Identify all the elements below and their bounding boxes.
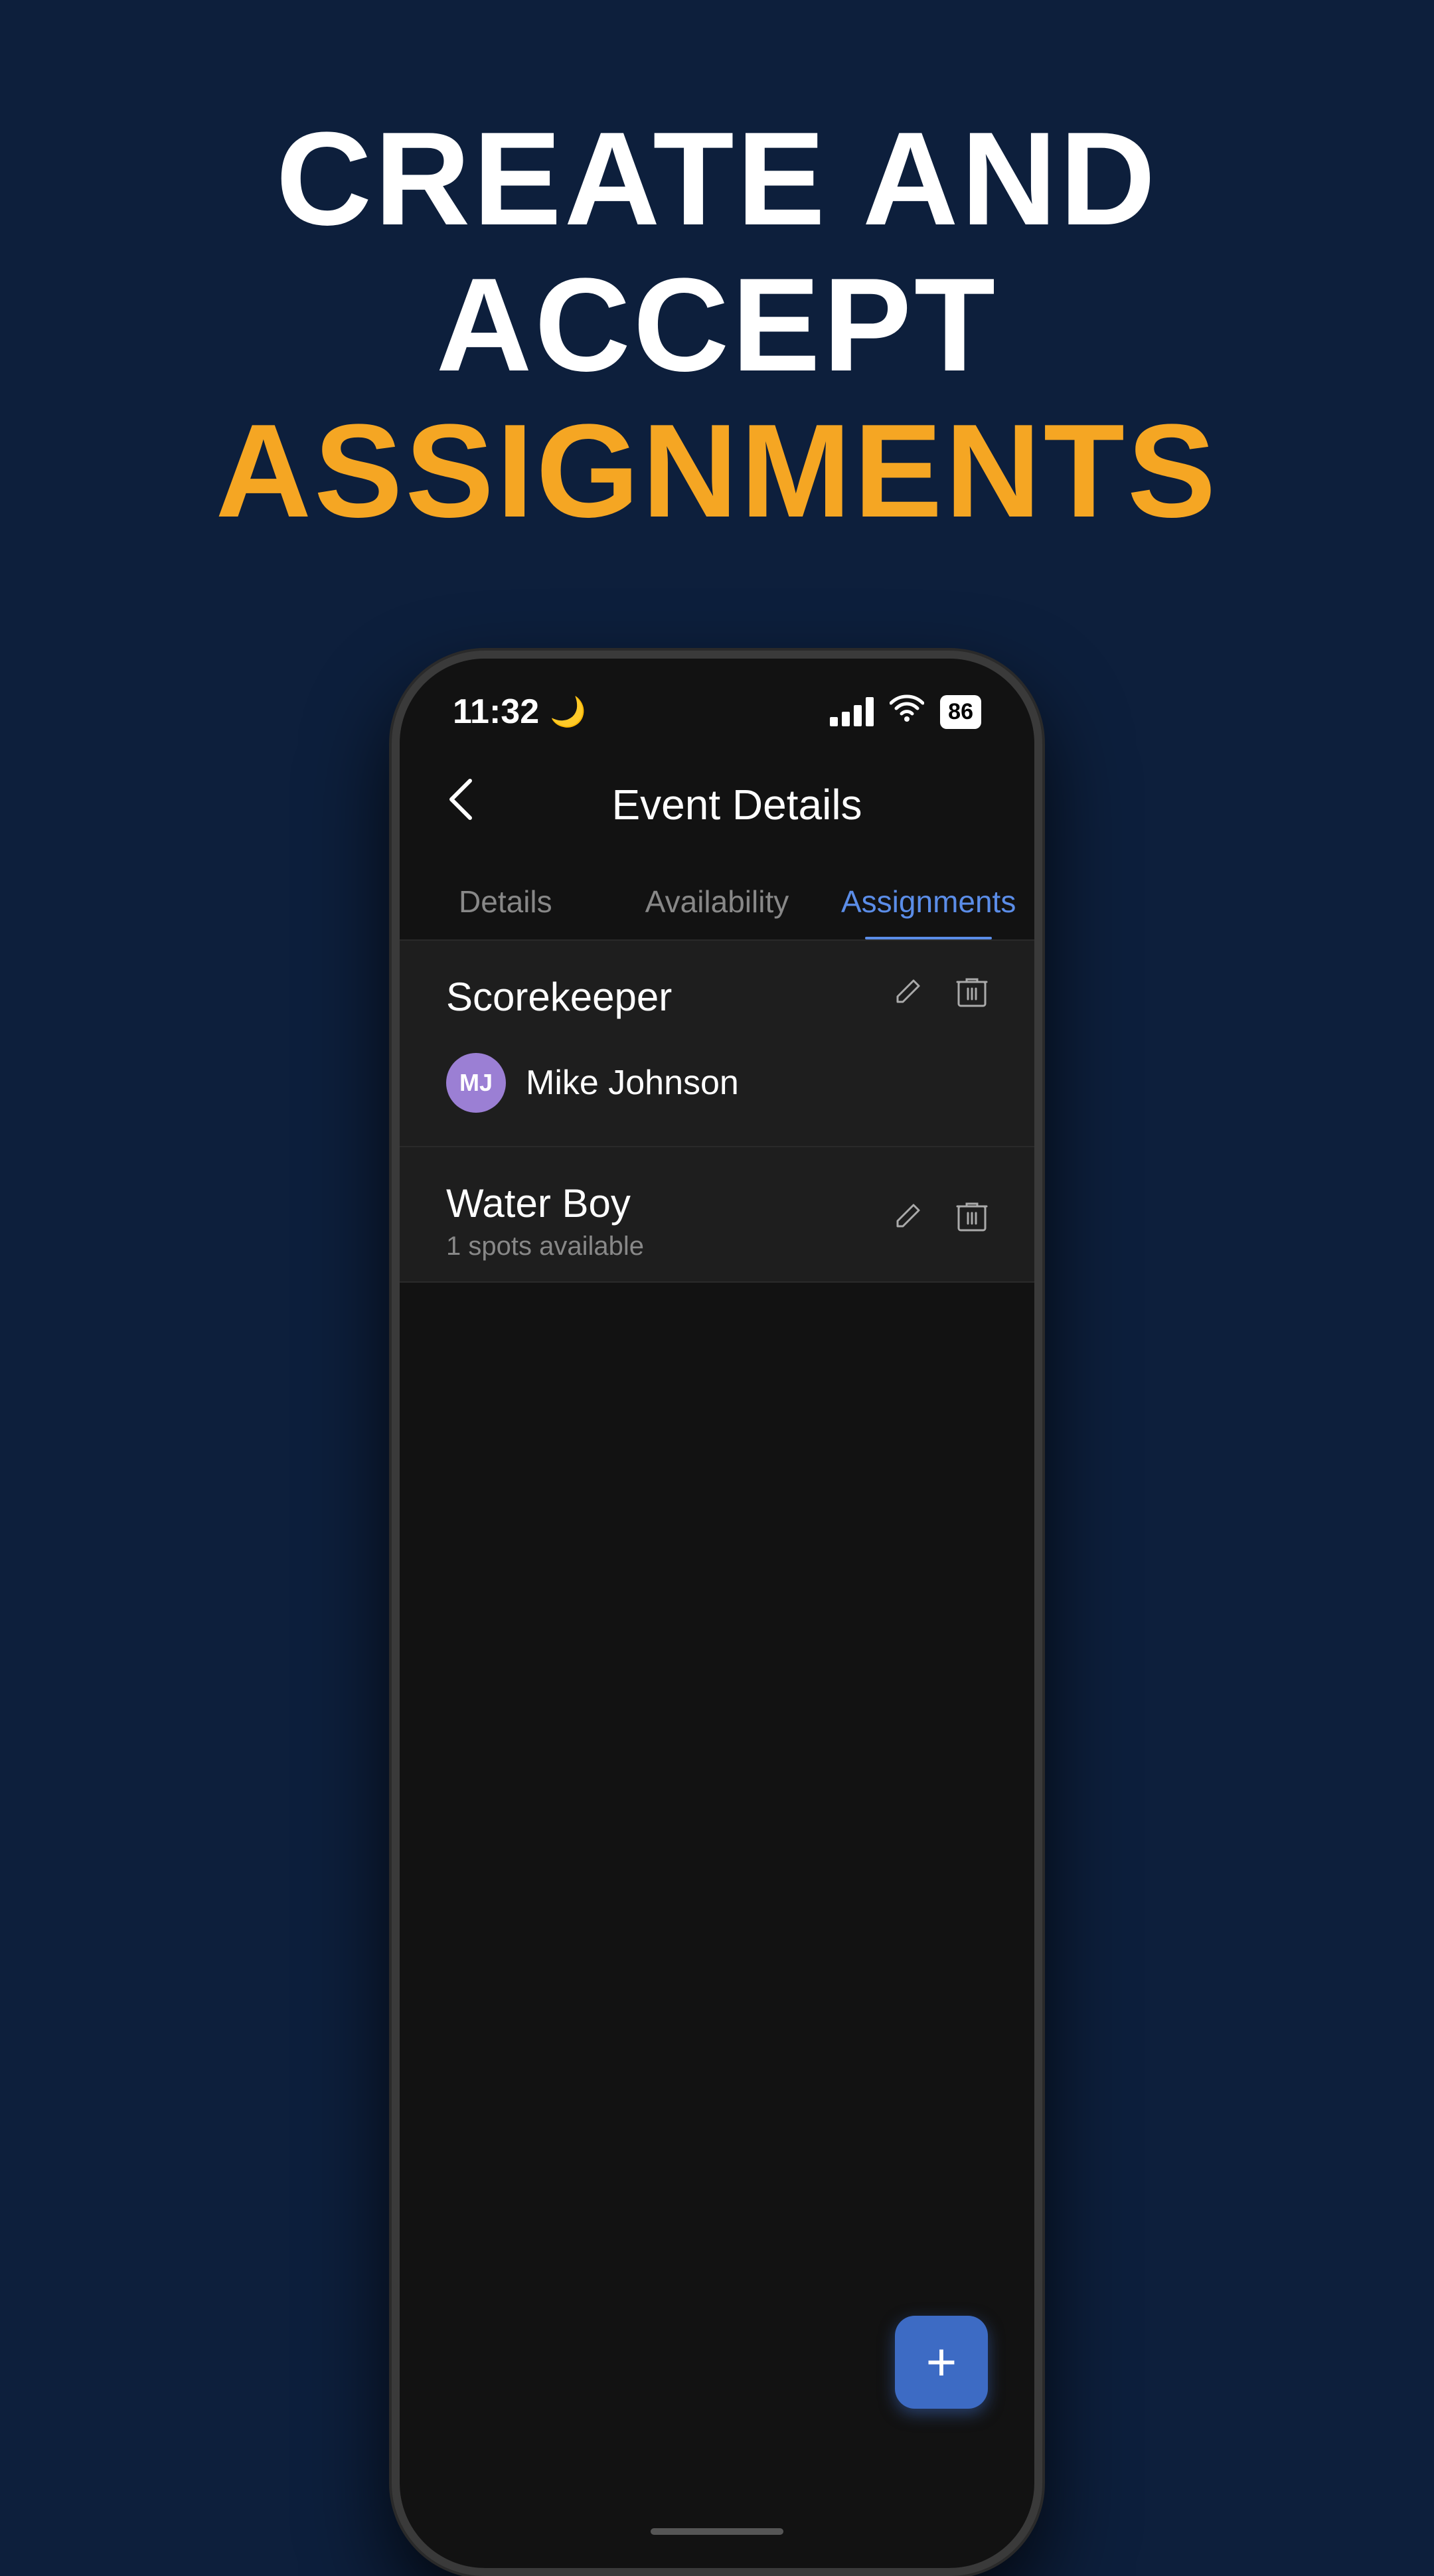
moon-icon: 🌙 [550, 694, 586, 729]
battery-level: 86 [948, 699, 973, 725]
avatar-initials: MJ [459, 1069, 493, 1097]
back-button[interactable] [439, 771, 479, 837]
vol-up-button [392, 924, 397, 1017]
app-header: Event Details [400, 745, 1034, 864]
assignment-actions-scorekeeper [891, 975, 988, 1018]
home-indicator [651, 2528, 783, 2535]
member-name-mike-johnson: Mike Johnson [526, 1063, 739, 1103]
wifi-icon [890, 694, 924, 730]
delete-waterboy-button[interactable] [956, 1200, 988, 1243]
spots-available-waterboy: 1 spots available [446, 1226, 644, 1261]
battery-indicator: 86 [940, 695, 981, 729]
avatar-mike-johnson: MJ [446, 1053, 506, 1113]
assignment-header-scorekeeper: Scorekeeper [400, 941, 1034, 1040]
hero-line2: ASSIGNMENTS [0, 398, 1434, 544]
phone-body: 11:32 🌙 [392, 651, 1042, 2576]
time-display: 11:32 [453, 692, 539, 732]
assignment-scorekeeper: Scorekeeper [400, 941, 1034, 1147]
tab-details[interactable]: Details [400, 864, 611, 939]
status-bar: 11:32 🌙 [400, 659, 1034, 745]
screen-title: Event Details [479, 780, 995, 829]
assignment-title-scorekeeper: Scorekeeper [446, 974, 672, 1020]
add-assignment-fab[interactable]: + [895, 2316, 988, 2409]
hero-line1: CREATE AND ACCEPT [0, 106, 1434, 398]
tab-bar: Details Availability Assignments [400, 864, 1034, 941]
assignment-header-waterboy: Water Boy 1 spots available [400, 1147, 1034, 1281]
assignment-waterboy: Water Boy 1 spots available [400, 1147, 1034, 1283]
fab-plus-icon: + [926, 2336, 957, 2389]
assignment-members-scorekeeper: MJ Mike Johnson [400, 1040, 1034, 1146]
phone-screen: 11:32 🌙 [400, 659, 1034, 2568]
content-area: Scorekeeper [400, 941, 1034, 2568]
phone-mockup: 11:32 🌙 [392, 651, 1042, 2576]
status-icons: 86 [830, 694, 981, 730]
tab-availability[interactable]: Availability [611, 864, 823, 939]
tab-assignments[interactable]: Assignments [823, 864, 1034, 939]
signal-icon [830, 697, 874, 726]
edit-waterboy-button[interactable] [891, 1201, 923, 1242]
delete-scorekeeper-button[interactable] [956, 975, 988, 1018]
assignment-actions-waterboy [891, 1200, 988, 1243]
hero-section: CREATE AND ACCEPT ASSIGNMENTS [0, 106, 1434, 544]
vol-down-button [392, 1044, 397, 1137]
edit-scorekeeper-button[interactable] [891, 977, 923, 1017]
assignment-title-waterboy: Water Boy [446, 1180, 644, 1226]
status-time: 11:32 🌙 [453, 692, 586, 732]
